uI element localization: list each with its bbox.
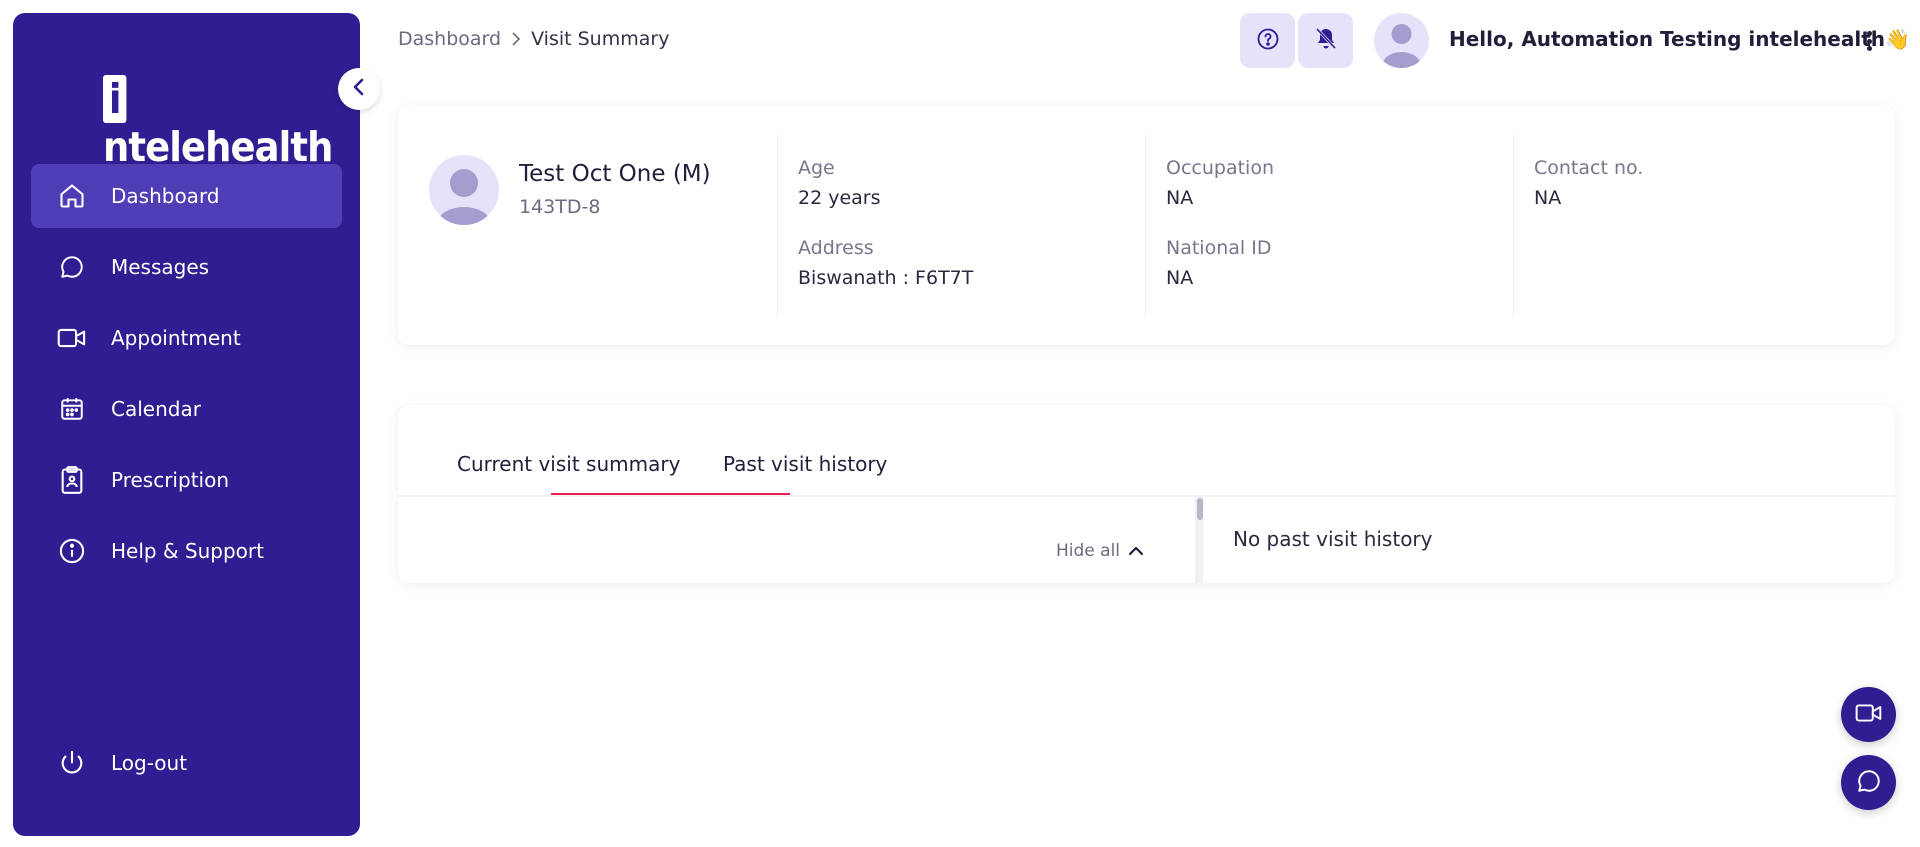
logout-label: Log-out xyxy=(111,751,188,775)
national-id-value: NA xyxy=(1166,267,1194,289)
tab-past-visit-history[interactable]: Past visit history xyxy=(723,452,887,476)
patient-avatar xyxy=(429,155,499,225)
address-value: Biswanath : F6T7T xyxy=(798,267,974,289)
chevron-left-icon xyxy=(352,78,366,100)
logout-button[interactable]: Log-out xyxy=(31,731,342,795)
sidebar-item-appointment[interactable]: Appointment xyxy=(31,306,342,370)
sidebar-item-help-support[interactable]: Help & Support xyxy=(31,519,342,583)
no-past-visit-message: No past visit history xyxy=(1233,527,1433,551)
patient-name: Test Oct One (M) xyxy=(519,161,711,187)
breadcrumb-dashboard-link[interactable]: Dashboard xyxy=(398,28,501,50)
address-label: Address xyxy=(798,237,874,259)
tab-active-indicator xyxy=(551,493,790,495)
logout-section: Log-out xyxy=(31,731,342,802)
intelehealth-logo[interactable]: intelehealth xyxy=(103,75,334,171)
occupation-label: Occupation xyxy=(1166,157,1274,179)
chevron-right-icon xyxy=(511,31,521,47)
user-avatar[interactable] xyxy=(1374,13,1429,68)
info-icon xyxy=(57,536,87,566)
divider xyxy=(1513,135,1514,315)
chat-bubble-icon xyxy=(57,252,87,282)
tab-current-visit-summary[interactable]: Current visit summary xyxy=(457,452,680,476)
sidebar: intelehealth Dashboard Messages Appointm… xyxy=(13,13,360,836)
hide-all-label: Hide all xyxy=(1056,541,1121,561)
breadcrumb-current: Visit Summary xyxy=(531,28,670,50)
hide-all-button[interactable]: Hide all xyxy=(1056,541,1144,561)
question-circle-icon xyxy=(1256,27,1280,55)
chat-fab[interactable] xyxy=(1841,755,1896,810)
patient-info-card: Test Oct One (M) 143TD-8 Age 22 years Ad… xyxy=(398,105,1895,345)
more-options-icon[interactable] xyxy=(1859,27,1879,55)
age-label: Age xyxy=(798,157,835,179)
sidebar-item-prescription[interactable]: Prescription xyxy=(31,448,342,512)
bell-off-icon xyxy=(1315,27,1337,55)
contact-label: Contact no. xyxy=(1534,157,1644,179)
sidebar-item-calendar[interactable]: Calendar xyxy=(31,377,342,441)
sidebar-item-label: Calendar xyxy=(111,397,201,421)
sidebar-item-dashboard[interactable]: Dashboard xyxy=(31,164,342,228)
collapse-sidebar-button[interactable] xyxy=(338,68,380,110)
breadcrumb: Dashboard Visit Summary xyxy=(398,28,669,50)
national-id-label: National ID xyxy=(1166,237,1272,259)
tabs-border xyxy=(398,495,1895,497)
age-value: 22 years xyxy=(798,187,881,209)
video-call-fab[interactable] xyxy=(1841,687,1896,742)
sidebar-item-label: Messages xyxy=(111,255,210,279)
visit-summary-card: Current visit summary Past visit history… xyxy=(398,405,1895,583)
wave-emoji: 👋 xyxy=(1885,27,1910,51)
power-icon xyxy=(57,748,87,778)
clipboard-icon xyxy=(57,465,87,495)
chevron-up-icon xyxy=(1120,541,1144,561)
video-camera-icon xyxy=(1855,702,1883,728)
divider xyxy=(1145,135,1146,315)
notifications-button[interactable] xyxy=(1298,13,1353,68)
calendar-icon xyxy=(57,394,87,424)
greeting-text: Hello, Automation Testing intelehealth xyxy=(1449,27,1886,51)
sidebar-item-label: Dashboard xyxy=(111,184,220,208)
user-greeting: Hello, Automation Testing intelehealth👋 xyxy=(1449,27,1910,51)
occupation-value: NA xyxy=(1166,187,1194,209)
sidebar-nav: Dashboard Messages Appointment Calendar … xyxy=(31,164,342,590)
help-button[interactable] xyxy=(1240,13,1295,68)
sidebar-item-messages[interactable]: Messages xyxy=(31,235,342,299)
sidebar-item-label: Prescription xyxy=(111,468,229,492)
scrollbar-thumb[interactable] xyxy=(1197,498,1203,520)
sidebar-item-label: Help & Support xyxy=(111,539,264,563)
sidebar-item-label: Appointment xyxy=(111,326,241,350)
video-camera-icon xyxy=(57,323,87,353)
divider xyxy=(777,135,778,315)
chat-bubble-icon xyxy=(1856,768,1882,798)
contact-value: NA xyxy=(1534,187,1562,209)
home-icon xyxy=(57,181,87,211)
patient-id: 143TD-8 xyxy=(519,196,601,218)
